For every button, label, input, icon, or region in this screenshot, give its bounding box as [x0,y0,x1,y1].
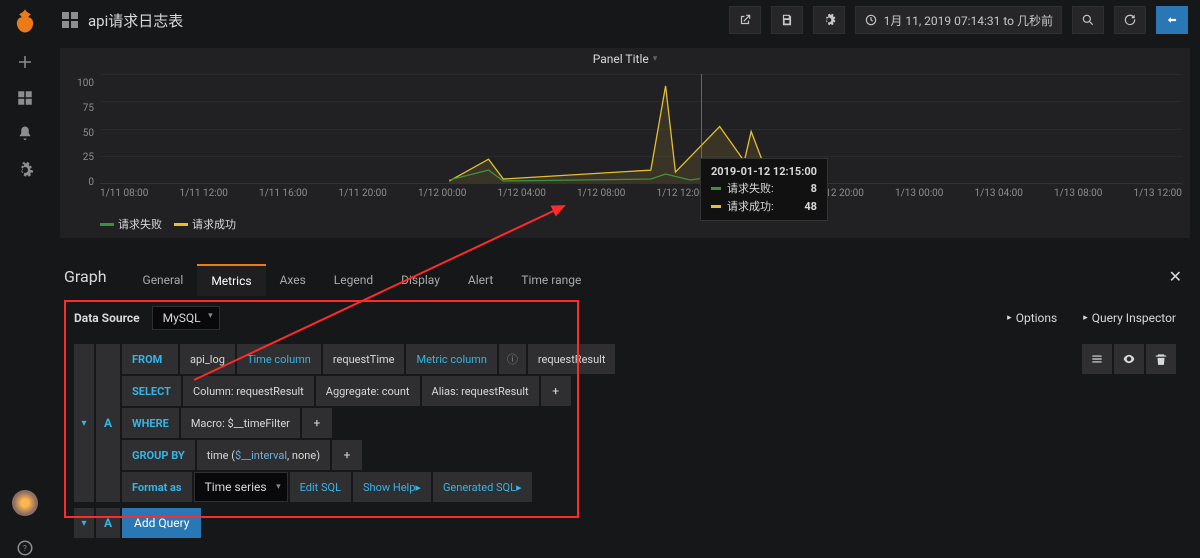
groupby-keyword: GROUP BY [122,440,195,470]
svg-text:?: ? [23,544,27,554]
chart-legend: 请求失败 请求成功 [60,212,1190,238]
tab-axes[interactable]: Axes [266,264,320,296]
help-icon[interactable]: ? [15,538,35,558]
addquery-collapse[interactable]: ▾ [74,508,94,538]
chevron-down-icon: ▾ [653,54,658,64]
options-toggle[interactable]: ▸Options [1007,311,1057,325]
format-keyword: Format as [122,472,192,502]
query-letter: A [96,344,120,502]
refresh-button[interactable] [1114,6,1146,34]
editor-section-title: Graph [64,267,107,286]
plus-icon[interactable] [15,52,35,72]
editor-tabs: General Metrics Axes Legend Display Aler… [129,256,596,296]
back-button[interactable] [1156,6,1188,34]
legend-item[interactable]: 请求成功 [174,216,236,232]
panel-title[interactable]: Panel Title ▾ [60,48,1190,70]
select-aggregate[interactable]: Aggregate: count [316,376,420,406]
graph-panel: Panel Title ▾ 100 75 50 25 0 [60,48,1190,238]
grafana-logo-icon[interactable] [11,8,39,36]
chart-area[interactable]: 100 75 50 25 0 [60,74,1190,212]
x-axis-labels: 1/11 08:001/11 12:001/11 16:001/11 20:00… [100,184,1182,199]
query-inspector-button[interactable]: ▸Query Inspector [1083,311,1176,325]
close-editor-button[interactable]: ✕ [1165,267,1186,286]
time-range-picker[interactable]: 1月 11, 2019 07:14:31 to 几秒前 [855,6,1062,34]
avatar[interactable] [12,490,38,516]
main-area: Panel Title ▾ 100 75 50 25 0 [50,40,1200,558]
tab-legend[interactable]: Legend [320,264,387,296]
where-add-button[interactable]: + [302,408,332,438]
legend-item[interactable]: 请求失败 [100,216,162,232]
format-select[interactable]: Time series [194,472,288,502]
dashboard-icon[interactable] [62,12,78,28]
zoom-out-button[interactable] [1072,6,1104,34]
add-query-row: ▾ A Add Query [74,508,1176,538]
share-button[interactable] [729,6,761,34]
metric-column-value[interactable]: requestResult [528,344,616,374]
dashboard-title[interactable]: api请求日志表 [88,10,183,31]
query-delete-icon[interactable] [1146,344,1176,374]
where-macro[interactable]: Macro: $__timeFilter [181,408,300,438]
query-menu-icon[interactable] [1082,344,1112,374]
time-column-label: Time column [237,344,321,374]
datasource-select[interactable]: MySQL [152,306,220,330]
info-icon[interactable]: ⓘ [499,344,526,374]
add-query-button[interactable]: Add Query [122,508,201,538]
settings-button[interactable] [813,6,845,34]
left-sidebar: ? [0,0,50,558]
crosshair-line [701,74,702,183]
bell-icon[interactable] [15,124,35,144]
query-visibility-icon[interactable] [1114,344,1144,374]
query-row-a: ▾ A FROM api_log Time column requestTime… [74,344,1176,502]
select-keyword: SELECT [122,376,181,406]
groupby-add-button[interactable]: + [332,440,362,470]
y-axis-labels: 100 75 50 25 0 [60,78,94,188]
time-column-value[interactable]: requestTime [323,344,405,374]
tab-metrics[interactable]: Metrics [197,264,265,296]
select-column[interactable]: Column: requestResult [183,376,314,406]
tab-timerange[interactable]: Time range [507,264,595,296]
top-bar: api请求日志表 1月 11, 2019 07:14:31 to 几秒前 [50,0,1200,40]
from-keyword: FROM [122,344,178,374]
time-range-label: 1月 11, 2019 07:14:31 to 几秒前 [884,12,1053,29]
gear-icon[interactable] [15,160,35,180]
editor-header: Graph General Metrics Axes Legend Displa… [60,256,1190,296]
where-keyword: WHERE [122,408,179,438]
from-table[interactable]: api_log [180,344,235,374]
groupby-expr[interactable]: time ($__interval, none) [197,440,330,470]
datasource-row: Data Source MySQL ▸Options ▸Query Inspec… [60,296,1190,340]
datasource-label: Data Source [74,311,140,325]
select-alias[interactable]: Alias: requestResult [422,376,539,406]
addquery-letter: A [96,508,120,538]
generated-sql-button[interactable]: Generated SQL ▸ [433,472,532,502]
query-collapse-toggle[interactable]: ▾ [74,344,94,502]
metric-column-label: Metric column [406,344,496,374]
plot-area[interactable] [100,74,1182,184]
save-button[interactable] [771,6,803,34]
edit-sql-button[interactable]: Edit SQL [290,472,351,502]
tab-display[interactable]: Display [387,264,454,296]
tab-general[interactable]: General [129,264,198,296]
apps-icon[interactable] [15,88,35,108]
select-add-button[interactable]: + [541,376,571,406]
show-help-button[interactable]: Show Help ▸ [353,472,431,502]
tab-alert[interactable]: Alert [454,264,507,296]
